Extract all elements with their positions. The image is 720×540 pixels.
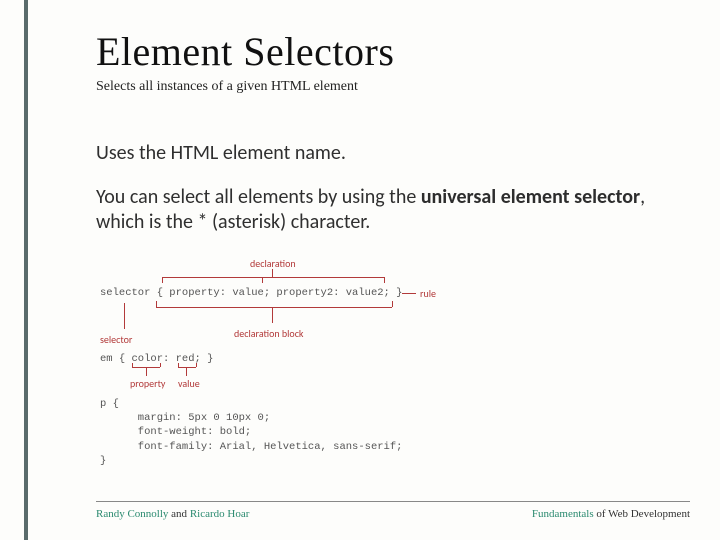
footer-book: Fundamentals of Web Development: [532, 508, 690, 520]
slide-footer: Randy Connolly and Ricardo Hoar Fundamen…: [96, 501, 690, 520]
book-rest: of Web Development: [594, 508, 690, 520]
diagram-line: [384, 277, 385, 283]
code-block: p { margin: 5px 0 10px 0; font-weight: b…: [100, 397, 402, 468]
diagram-line: [262, 277, 263, 283]
code-line-1: selector { property: value; property2: v…: [100, 287, 402, 299]
diagram-line: [196, 363, 197, 367]
label-property: property: [130, 377, 165, 390]
book-accent: Fundamentals: [532, 508, 594, 520]
diagram-line: [162, 277, 163, 283]
body2-pre: You can select all elements by using the: [96, 185, 421, 209]
css-syntax-diagram: declaration selector { property: value; …: [100, 257, 660, 462]
footer-authors: Randy Connolly and Ricardo Hoar: [96, 508, 249, 520]
diagram-line: [178, 367, 196, 368]
diagram-line: [156, 301, 157, 307]
body2-bold: universal element selector: [421, 185, 640, 209]
slide-subtitle: Selects all instances of a given HTML el…: [96, 79, 660, 95]
diagram-line: [132, 363, 133, 367]
label-value: value: [178, 377, 200, 390]
label-rule: rule: [420, 287, 436, 300]
body-text-1: Uses the HTML element name.: [96, 141, 660, 165]
diagram-line: [272, 269, 273, 277]
diagram-line: [178, 363, 179, 367]
diagram-line: [156, 307, 392, 308]
footer-and: and: [168, 508, 189, 520]
diagram-line: [392, 301, 393, 307]
diagram-line: [272, 307, 273, 323]
body-text-2: You can select all elements by using the…: [96, 185, 660, 235]
diagram-line: [160, 363, 161, 367]
author-2: Ricardo Hoar: [190, 508, 250, 520]
slide-title: Element Selectors: [96, 28, 660, 75]
label-declaration-block: declaration block: [234, 327, 303, 340]
diagram-line: [186, 367, 187, 376]
author-1: Randy Connolly: [96, 508, 168, 520]
label-selector: selector: [100, 333, 132, 346]
diagram-line: [124, 303, 125, 329]
diagram-line: [162, 277, 384, 278]
footer-rule: [96, 501, 690, 502]
diagram-line: [132, 367, 160, 368]
diagram-line: [146, 367, 147, 376]
diagram-line: [402, 293, 416, 294]
